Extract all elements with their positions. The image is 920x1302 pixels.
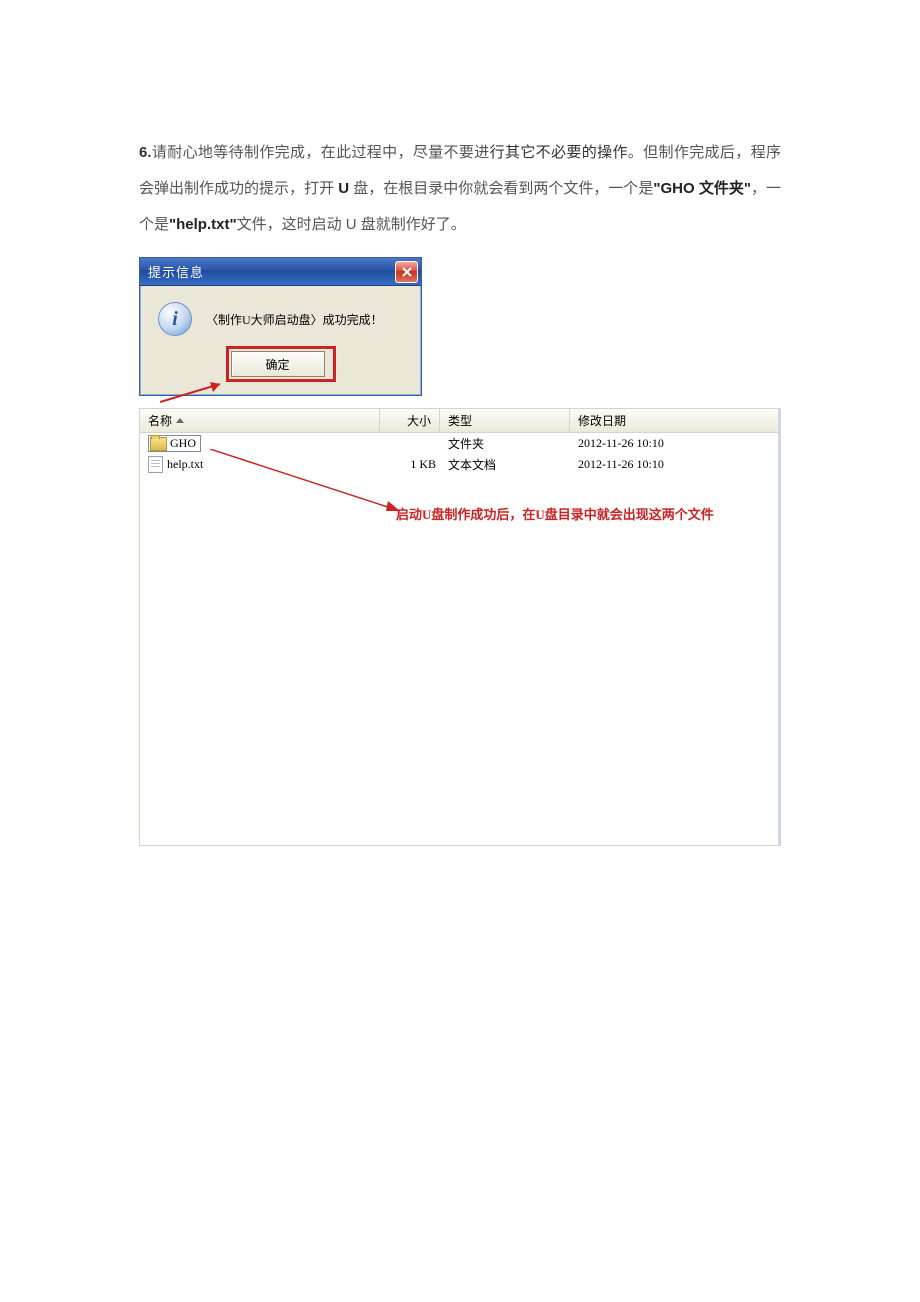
file-name: help.txt [167,457,203,472]
file-type: 文件夹 [440,433,570,454]
dialog-message: 〈制作U大师启动盘〉成功完成！ [206,311,383,328]
file-size: 1 KB [380,454,440,475]
column-header-date[interactable]: 修改日期 [570,409,780,432]
column-header-type[interactable]: 类型 [440,409,570,432]
instruction-text: 6.请耐心地等待制作完成，在此过程中，尽量不要进行其它不必要的操作。但制作完成后… [139,135,781,243]
text-file-icon [148,456,163,473]
annotation-text: 启动U盘制作成功后，在U盘目录中就会出现这两个文件 [396,504,714,523]
dialog-titlebar: 提示信息 [140,258,421,286]
message-dialog: 提示信息 i 〈制作U大师启动盘〉成功完成！ 确定 [139,257,422,396]
ok-button-label: 确定 [265,356,289,373]
info-icon: i [158,302,192,336]
file-type: 文本文档 [440,454,570,475]
step-number: 6. [139,144,152,161]
ok-button[interactable]: 确定 [231,351,325,377]
dialog-title: 提示信息 [148,262,204,281]
file-name: GHO [170,436,196,451]
column-header-size[interactable]: 大小 [380,409,440,432]
ok-button-highlight: 确定 [226,346,336,382]
table-row[interactable]: GHO 文件夹 2012-11-26 10:10 [140,433,778,454]
annotation-arrow-icon [160,374,230,404]
file-explorer: 名称 大小 类型 修改日期 GHO 文件夹 2012-11- [139,408,781,846]
file-date: 2012-11-26 10:10 [570,454,780,475]
folder-icon [150,437,167,451]
close-button[interactable] [395,261,418,283]
column-header-row: 名称 大小 类型 修改日期 [140,409,778,433]
table-row[interactable]: help.txt 1 KB 文本文档 2012-11-26 10:10 [140,454,778,475]
sort-ascending-icon [176,418,184,423]
column-header-name[interactable]: 名称 [140,409,380,432]
file-size [380,433,440,454]
file-date: 2012-11-26 10:10 [570,433,780,454]
close-icon [402,267,412,277]
